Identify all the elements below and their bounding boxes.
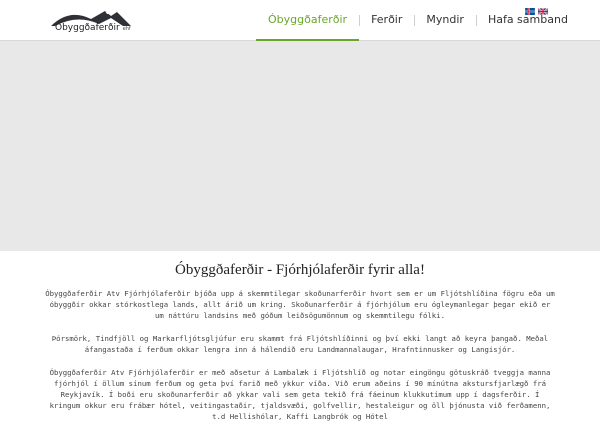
icelandic-flag-icon[interactable]: [525, 8, 535, 15]
intro-paragraph: Óbyggðaferðir Atv Fjórhjólaferðir bjóða …: [45, 289, 555, 320]
hero-banner: [0, 41, 600, 251]
main-navigation: Óbyggðaferðir Ferðir Myndir Hafa samband: [256, 0, 580, 41]
language-switcher: [525, 8, 548, 15]
nav-item-hafa-samband[interactable]: Hafa samband: [475, 0, 580, 40]
page-title: Óbyggðaferðir - Fjórhjólaferðir fyrir al…: [175, 262, 425, 278]
logo-suffix: ehf: [122, 26, 131, 32]
main-content: Óbyggðaferðir - Fjórhjólaferðir fyrir al…: [0, 262, 600, 434]
site-logo[interactable]: Óbyggðaferðir ehf: [47, 4, 137, 36]
site-header: Óbyggðaferðir ehf Óbyggðaferðir Ferðir My…: [0, 0, 600, 41]
destinations-paragraph: Þórsmörk, Tindfjöll og Markarfljótsgljúf…: [51, 334, 549, 354]
location-paragraph: Óbyggðaferðir Atv Fjórhjólaferðir er með…: [49, 368, 551, 421]
nav-item-ferdir[interactable]: Ferðir: [359, 0, 414, 40]
logo-wordmark: Óbyggðaferðir ehf: [55, 23, 131, 33]
nav-item-obyggdaferdir[interactable]: Óbyggðaferðir: [256, 0, 360, 41]
nav-item-myndir[interactable]: Myndir: [414, 0, 476, 40]
british-flag-icon[interactable]: [538, 8, 548, 15]
logo-name: Óbyggðaferðir: [55, 23, 120, 33]
